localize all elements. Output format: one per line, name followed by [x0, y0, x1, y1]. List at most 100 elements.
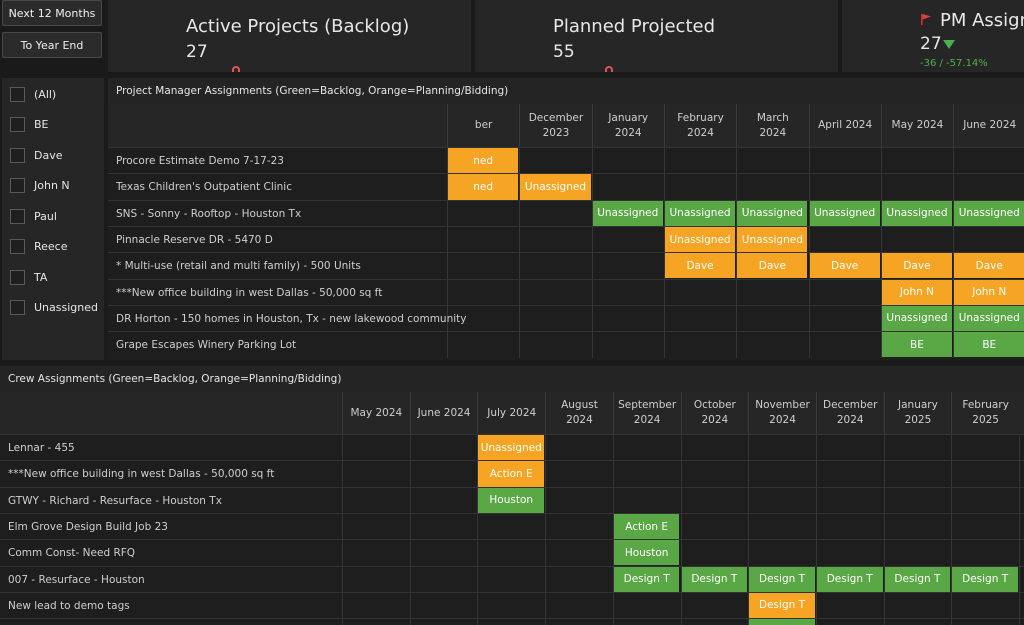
checkbox-icon[interactable]: [10, 269, 25, 285]
assignment-cell[interactable]: Unassigned: [592, 200, 663, 226]
table-row: Unassigned Unassigned Pinnacle Reserve DR …: [108, 225, 1024, 254]
checkbox-icon[interactable]: [10, 178, 25, 193]
assignment-cell[interactable]: Unassigned: [809, 200, 880, 226]
slicer-option-label: (All): [34, 87, 57, 101]
flag-icon: [921, 14, 931, 25]
gauge-marker-icon: [232, 66, 240, 72]
month-header: December 2024: [815, 392, 884, 434]
assignment-cell[interactable]: Design T: [884, 566, 951, 592]
table-row: Houston GTWY - Richard - Resurface - Hous…: [0, 486, 1024, 514]
panel-title: Crew Assignments (Green=Backlog, Orange=…: [0, 366, 1024, 392]
slicer-option[interactable]: Reece: [10, 238, 68, 256]
gauge-marker-icon: [605, 66, 613, 72]
assignment-cell[interactable]: Design T: [681, 566, 748, 592]
down-arrow-icon: [943, 40, 955, 49]
assignment-cell[interactable]: BE: [954, 332, 1024, 358]
assignment-cell[interactable]: ned: [448, 148, 519, 174]
slicer-option[interactable]: (All): [10, 85, 56, 103]
assignment-cell[interactable]: Design T: [952, 566, 1018, 592]
month-header-row: May 2024 June 2024 July 2024 August 2024 Sep…: [0, 392, 1024, 434]
assignment-cell[interactable]: Design T: [749, 592, 815, 619]
assignment-cell[interactable]: Dave: [954, 253, 1024, 279]
row-label: 007 - Service - Houston TX - Address: [8, 619, 201, 625]
row-label: * Multi-use (retail and multi family) - …: [116, 260, 361, 273]
month-header: January 2024: [591, 104, 664, 147]
kpi-title: Planned Projected: [553, 16, 716, 37]
checkbox-icon[interactable]: [10, 86, 25, 102]
table-row: Unassigned 007 - Service - Houston TX - A…: [0, 618, 1024, 625]
table-row: Action E Elm Grove Design Build Job 23: [0, 512, 1024, 541]
assignment-cell[interactable]: Unassigned: [881, 200, 953, 226]
assignment-cell[interactable]: Unassigned: [954, 305, 1024, 332]
table-row: DaveDaveDaveDaveDaveDave* Multi-use (ret…: [108, 252, 1024, 280]
assignment-cell[interactable]: Unassigned: [737, 200, 808, 226]
assignment-cell[interactable]: BE: [881, 332, 953, 358]
assignment-cell[interactable]: Unassigned: [664, 200, 736, 226]
row-label: Elm Grove Design Build Job 23: [8, 521, 168, 534]
slicer-option-label: Reece: [34, 240, 68, 253]
row-label: ***New office building in west Dallas - …: [116, 286, 383, 299]
assignment-cell[interactable]: Action E: [613, 513, 680, 540]
slicer-option[interactable]: Unassigned: [10, 299, 98, 317]
assignment-cell[interactable]: Unassigned: [520, 174, 591, 200]
assignment-cell[interactable]: Action E: [478, 461, 545, 487]
row-label: Comm Const- Need RFQ: [8, 547, 136, 560]
assignment-cell[interactable]: Dave: [881, 253, 953, 279]
assignment-cell[interactable]: ned: [448, 174, 519, 200]
slicer-option[interactable]: Dave: [10, 146, 63, 164]
assignment-cell[interactable]: Design T: [613, 566, 680, 592]
month-header: February 2024: [663, 104, 736, 147]
table-row: ned Unassigned Texas Children's Outpatient…: [108, 173, 1024, 201]
to-year-end-button[interactable]: To Year End: [2, 32, 102, 58]
slicer-option[interactable]: Paul: [10, 207, 57, 225]
checkbox-icon[interactable]: [10, 300, 25, 315]
row-label: Pinnacle Reserve DR - 5470 D: [116, 234, 273, 247]
slicer-option[interactable]: TA: [10, 268, 47, 286]
row-label: SNS - Sonny - Rooftop - Houston Tx: [116, 207, 302, 220]
crew-assignments-panel: Crew Assignments (Green=Backlog, Orange=…: [0, 366, 1024, 625]
month-header: August 2024: [545, 392, 613, 434]
assignment-cell[interactable]: Unassigned: [881, 305, 953, 332]
assignment-cell[interactable]: Design T: [816, 566, 883, 592]
kpi-pm-assign: PM Assign 27 -36 / -57.14%: [842, 0, 1024, 72]
checkbox-icon[interactable]: [10, 239, 25, 254]
assignment-cell[interactable]: Unassigned: [664, 226, 736, 253]
assignment-cell[interactable]: John N: [881, 279, 953, 305]
next-12-months-button[interactable]: Next 12 Months: [2, 0, 102, 26]
checkbox-icon[interactable]: [10, 147, 25, 163]
assignment-cell[interactable]: Dave: [809, 253, 880, 279]
row-label: New lead to demo tags: [8, 599, 130, 612]
slicer-option[interactable]: John N: [10, 177, 70, 195]
table-row: ned Procore Estimate Demo 7-17-23: [108, 147, 1024, 175]
assignment-cell[interactable]: Design T: [749, 566, 815, 592]
table-row: UnassignedUnassignedUnassigDR Horton - 1…: [108, 304, 1024, 333]
slicer-option[interactable]: BE: [10, 116, 49, 134]
kpi-value: 27: [920, 34, 942, 54]
month-header: November 2024: [748, 392, 816, 434]
table-row: Design T New lead to demo tags: [0, 591, 1024, 620]
pm-slicer: (All) BE Dave John N Paul Reece TA Unassigned: [2, 78, 104, 360]
row-label: Texas Children's Outpatient Clinic: [116, 181, 292, 194]
assignment-cell[interactable]: Dave: [737, 253, 808, 279]
assignment-cell[interactable]: Unassigned: [737, 226, 808, 253]
kpi-title: Active Projects (Backlog): [186, 16, 410, 37]
assignment-cell[interactable]: Dave: [664, 253, 736, 279]
month-header: September 2024: [612, 392, 681, 434]
kpi-planned-projected: Planned Projected 55: [475, 0, 838, 72]
slicer-option-label: BE: [34, 118, 49, 131]
checkbox-icon[interactable]: [10, 117, 25, 132]
checkbox-icon[interactable]: [10, 208, 25, 224]
assignment-cell[interactable]: John N: [954, 279, 1024, 305]
assignment-cell[interactable]: Unassigned: [954, 200, 1024, 226]
table-row: Design T Design T Design T Design T Design T…: [0, 565, 1024, 593]
assignment-cell[interactable]: Houston: [478, 487, 545, 513]
assignment-cell[interactable]: Unassigned: [749, 619, 815, 625]
month-header: February 2025: [951, 392, 1019, 434]
assignment-cell[interactable]: Houston: [613, 540, 680, 566]
pm-assignments-panel: Project Manager Assignments (Green=Backl…: [108, 78, 1024, 360]
month-header: October 2024: [680, 392, 749, 434]
slicer-option-label: Unassigned: [34, 301, 98, 314]
assignment-cell[interactable]: Unassigned: [478, 435, 545, 461]
month-header: June 2024: [409, 392, 478, 434]
table-row: Unassigned Lennar - 455: [0, 434, 1024, 462]
